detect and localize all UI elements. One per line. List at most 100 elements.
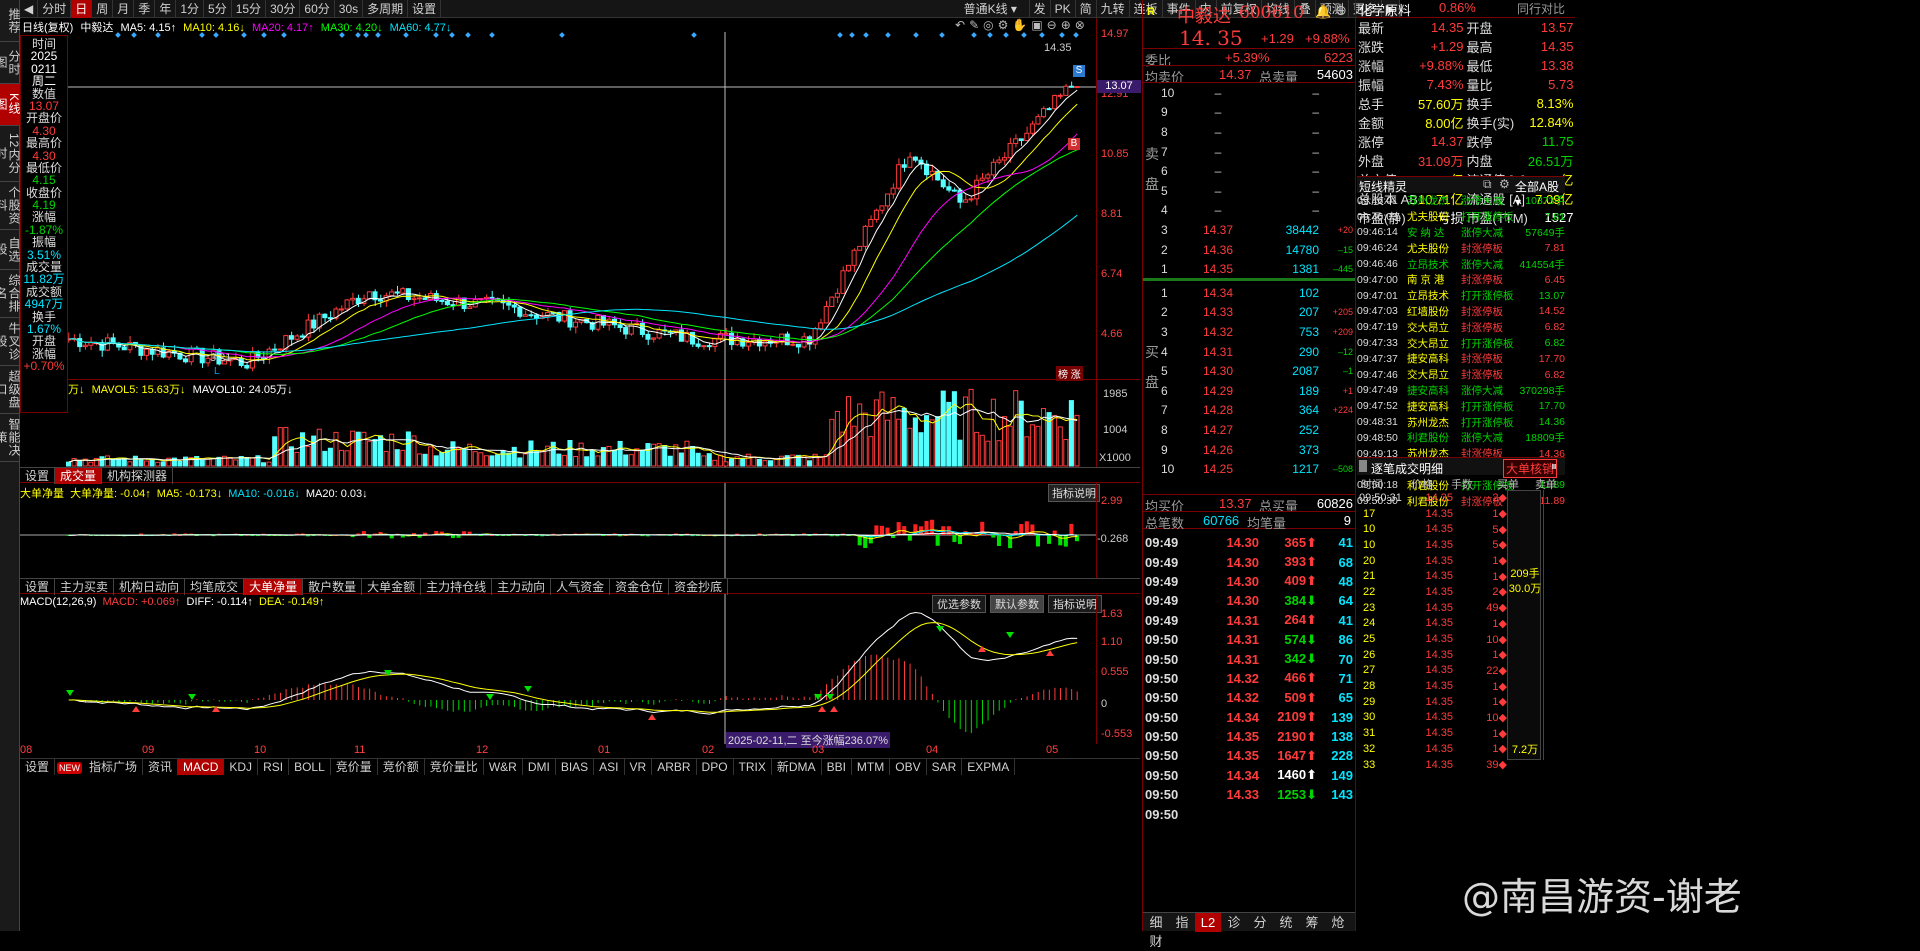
indicator-tab-0[interactable]: 设置 — [20, 759, 56, 776]
abnormal-row[interactable]: 09:46:14 安 纳 达 涨停大减 57649手 — [1357, 225, 1565, 241]
abnormal-row[interactable]: 09:46:01 苏州龙杰 涨停大减 10373手 — [1357, 193, 1565, 209]
period-tab-11[interactable]: 30s — [335, 0, 364, 18]
book-row[interactable]: 10 – – — [1161, 83, 1355, 103]
left-tab-2[interactable]: 12内分时 — [0, 126, 21, 182]
book-row[interactable]: 6 14.29 189 +1 — [1161, 381, 1355, 401]
event-marker[interactable] — [355, 32, 361, 38]
book-row[interactable]: 3 14.37 38442 +20 — [1161, 220, 1355, 240]
book-row[interactable]: 6 – – — [1161, 161, 1355, 181]
toolbar-item-1[interactable]: PK — [1051, 0, 1076, 18]
period-tab-5[interactable]: 年 — [155, 0, 177, 18]
event-marker[interactable] — [131, 32, 137, 38]
event-marker[interactable] — [375, 32, 381, 38]
event-marker[interactable] — [913, 32, 919, 38]
event-marker[interactable] — [449, 32, 455, 38]
period-tab-10[interactable]: 60分 — [300, 0, 335, 18]
indicator-tab-8[interactable]: 竞价量 — [331, 759, 378, 776]
event-marker[interactable] — [115, 32, 121, 38]
flow-tab-8[interactable]: 主力动向 — [492, 579, 552, 595]
indicator-tab-18[interactable]: TRIX — [734, 759, 772, 776]
indicator-tab-2[interactable]: 指标广场 — [84, 759, 144, 776]
settings-gear-icon[interactable]: ⚙ — [1499, 177, 1510, 191]
indicator-tab-5[interactable]: KDJ — [224, 759, 259, 776]
left-tab-recommend[interactable]: 推荐 — [0, 0, 21, 42]
event-marker[interactable] — [987, 32, 993, 38]
event-marker[interactable] — [403, 32, 409, 38]
period-tab-8[interactable]: 15分 — [232, 0, 267, 18]
event-marker[interactable] — [339, 32, 345, 38]
candlestick-chart[interactable] — [20, 18, 1140, 380]
indicator-tab-15[interactable]: VR — [625, 759, 653, 776]
peer-compare-link[interactable]: 同行对比 — [1517, 0, 1565, 17]
quote-tab-7[interactable]: 炝 — [1325, 913, 1351, 932]
book-row[interactable]: 1 14.34 102 — [1161, 283, 1355, 303]
indicator-tab-13[interactable]: BIAS — [556, 759, 595, 776]
book-row[interactable]: 4 14.31 290 –12 — [1161, 342, 1355, 362]
period-tab-9[interactable]: 30分 — [266, 0, 301, 18]
event-marker[interactable] — [1021, 32, 1027, 38]
flow-tab-3[interactable]: 均笔成交 — [185, 579, 245, 595]
period-tab-0[interactable]: 分时 — [38, 0, 72, 18]
indicator-tab-10[interactable]: 竞价量比 — [425, 759, 484, 776]
macd-chart[interactable] — [20, 594, 1140, 744]
event-marker[interactable] — [199, 32, 205, 38]
quote-tab-5[interactable]: 统 — [1273, 913, 1299, 932]
book-row[interactable]: 5 14.30 2087 –1 — [1161, 361, 1355, 381]
indicator-tab-6[interactable]: RSI — [258, 759, 290, 776]
vol-tab-2[interactable]: 机构探测器 — [102, 468, 174, 484]
volume-chart[interactable] — [20, 380, 1140, 468]
event-marker[interactable] — [241, 32, 247, 38]
book-row[interactable]: 9 – – — [1161, 103, 1355, 123]
flow-tab-1[interactable]: 主力买卖 — [55, 579, 115, 595]
sell-signal-tag[interactable]: S — [1073, 65, 1085, 77]
abnormal-row[interactable]: 09:46:46 立昂技术 涨停大减 414554手 — [1357, 256, 1565, 272]
flow-chart[interactable] — [20, 483, 1140, 578]
flow-tab-6[interactable]: 大单金额 — [362, 579, 422, 595]
book-row[interactable]: 7 14.28 364 +224 — [1161, 401, 1355, 421]
indicator-tab-23[interactable]: SAR — [927, 759, 963, 776]
period-tab-3[interactable]: 月 — [113, 0, 135, 18]
flow-tab-2[interactable]: 机构日动向 — [114, 579, 186, 595]
add-stock-icon[interactable]: ⊕ — [1335, 2, 1347, 19]
event-marker[interactable] — [1073, 32, 1079, 38]
vol-tab-1[interactable]: 成交量 — [55, 468, 103, 484]
indicator-tab-1[interactable]: NEW — [57, 762, 83, 774]
event-marker[interactable] — [863, 32, 869, 38]
abnormal-row[interactable]: 09:47:01 立昂技术 打开涨停板 13.07 — [1357, 288, 1565, 304]
left-tab-6[interactable]: 牛叉诊股 — [0, 318, 21, 366]
kline-mode-select[interactable]: 普通K线 ▾ — [960, 0, 1030, 18]
indicator-tab-22[interactable]: OBV — [890, 759, 927, 776]
left-tab-4[interactable]: 自选股 — [0, 230, 21, 270]
book-row[interactable]: 2 14.36 14780 –15 — [1161, 240, 1355, 260]
period-tab-12[interactable]: 多周期 — [363, 0, 409, 18]
indicator-tab-24[interactable]: EXPMA — [962, 759, 1016, 776]
abnormal-row[interactable]: 09:47:49 捷安高科 涨停大减 370298手 — [1357, 383, 1565, 399]
event-marker[interactable] — [837, 32, 843, 38]
abnormal-row[interactable]: 09:47:52 捷安高科 打开涨停板 17.70 — [1357, 398, 1565, 414]
event-marker[interactable] — [1059, 32, 1065, 38]
flow-tab-0[interactable]: 设置 — [20, 579, 56, 595]
flow-tab-4[interactable]: 大单净量 — [244, 579, 304, 595]
book-row[interactable]: 7 – – — [1161, 142, 1355, 162]
indicator-tab-7[interactable]: BOLL — [289, 759, 331, 776]
abnormal-row[interactable]: 09:48:31 苏州龙杰 打开涨停板 14.36 — [1357, 414, 1565, 430]
back-icon[interactable]: ◀ — [20, 0, 39, 18]
event-marker[interactable] — [213, 32, 219, 38]
abnormal-row[interactable]: 09:47:46 交大昂立 封涨停板 6.82 — [1357, 367, 1565, 383]
event-marker[interactable] — [971, 32, 977, 38]
quote-tab-3[interactable]: 诊 — [1221, 913, 1247, 932]
event-marker[interactable] — [1039, 32, 1045, 38]
book-row[interactable]: 8 14.27 252 — [1161, 420, 1355, 440]
flow-tab-9[interactable]: 人气资金 — [551, 579, 611, 595]
left-tab-5[interactable]: 综合排名 — [0, 270, 21, 318]
event-marker[interactable] — [261, 32, 267, 38]
event-marker[interactable] — [1003, 32, 1009, 38]
flow-tab-5[interactable]: 散户数量 — [303, 579, 363, 595]
flow-tab-10[interactable]: 资金仓位 — [610, 579, 670, 595]
book-row[interactable]: 8 – – — [1161, 122, 1355, 142]
quote-tab-8[interactable]: 财 — [1143, 932, 1169, 951]
abnormal-row[interactable]: 09:47:37 捷安高科 封涨停板 17.70 — [1357, 351, 1565, 367]
abnormal-row[interactable]: 09:47:00 南 京 港 封涨停板 6.45 — [1357, 272, 1565, 288]
flow-tab-7[interactable]: 主力持仓线 — [421, 579, 493, 595]
indicator-tab-12[interactable]: DMI — [523, 759, 556, 776]
